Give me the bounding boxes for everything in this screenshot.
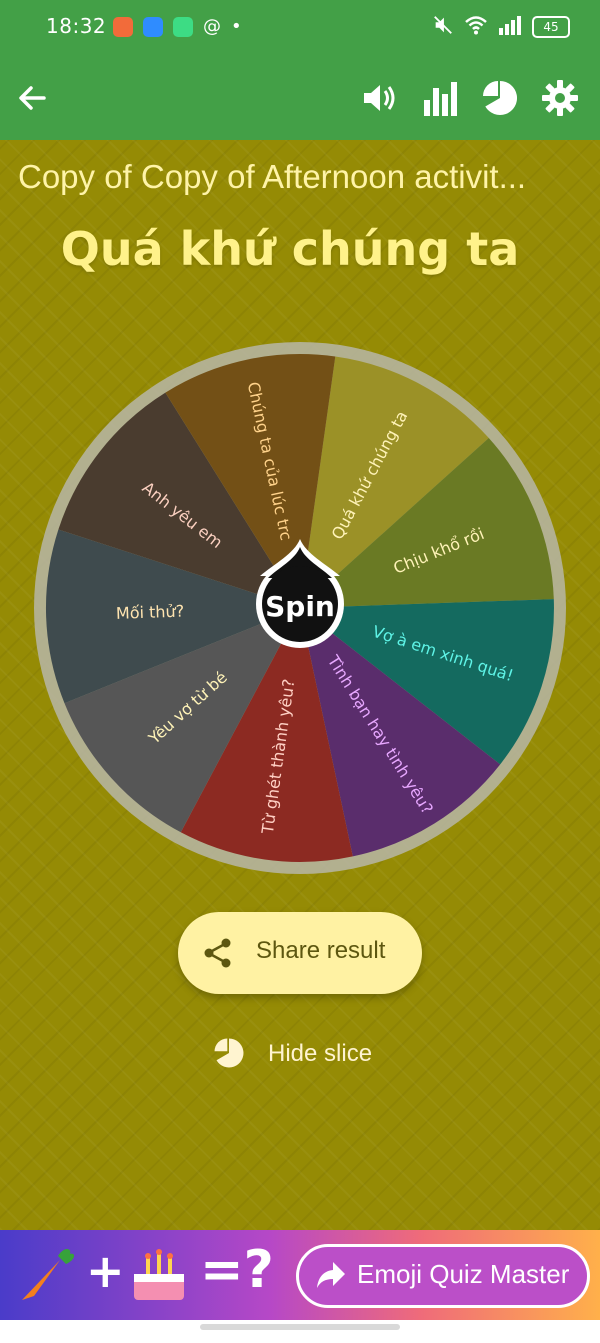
wheel-slice-label: Mối thử? xyxy=(116,602,185,623)
spin-label: Spin xyxy=(265,590,335,623)
ad-equals-question: =? xyxy=(200,1240,274,1300)
status-bar: 18:32 @ • 45 xyxy=(0,0,600,56)
ad-cta-button[interactable]: Emoji Quiz Master xyxy=(296,1244,590,1308)
battery-indicator: 45 xyxy=(532,16,570,38)
status-time: 18:32 xyxy=(46,14,107,38)
back-arrow-icon[interactable] xyxy=(12,78,52,118)
volume-icon[interactable] xyxy=(360,78,400,118)
carrot-icon xyxy=(14,1244,78,1312)
wheel-svg[interactable]: Quá khứ chúng taChịu khổ rồiVợ à em xinh… xyxy=(30,338,570,878)
app-toolbar xyxy=(0,56,600,140)
bar-chart-icon[interactable] xyxy=(420,78,460,118)
home-gesture-bar[interactable] xyxy=(200,1324,400,1330)
list-title: Copy of Copy of Afternoon activit... xyxy=(18,158,527,195)
status-right: 45 xyxy=(432,14,570,40)
app-notification-icon xyxy=(113,16,133,37)
status-app-icons: @ • xyxy=(113,16,242,37)
share-result-label: Share result xyxy=(256,937,386,964)
hide-slice-label: Hide slice xyxy=(268,1040,373,1067)
threads-icon: @ xyxy=(203,16,221,37)
app-notification-icon xyxy=(143,16,163,37)
share-icon xyxy=(202,937,234,973)
ad-cta-label: Emoji Quiz Master xyxy=(357,1259,570,1289)
more-notifications-dot-icon: • xyxy=(231,16,242,37)
mute-icon xyxy=(432,14,454,40)
share-result-button[interactable]: Share result xyxy=(178,912,422,994)
ad-plus-sign: + xyxy=(86,1244,125,1298)
cake-icon xyxy=(128,1244,190,1310)
spinner-wheel[interactable]: Quá khứ chúng ta Chịu khổ rồi Vợ à em xinh… xyxy=(30,338,570,878)
wheel-title: Quá khứ chúng ta xyxy=(60,222,520,276)
share-arrow-icon xyxy=(315,1260,347,1294)
pie-chart-icon[interactable] xyxy=(480,78,520,118)
hide-slice-button[interactable]: Hide slice xyxy=(210,1030,410,1078)
settings-gear-icon[interactable] xyxy=(540,78,580,118)
app-notification-icon xyxy=(173,16,193,37)
ad-banner[interactable]: + =? Emoji Quiz Master xyxy=(0,1230,600,1320)
wifi-icon xyxy=(464,14,488,40)
pie-chart-icon xyxy=(212,1036,246,1074)
signal-icon xyxy=(498,15,522,39)
